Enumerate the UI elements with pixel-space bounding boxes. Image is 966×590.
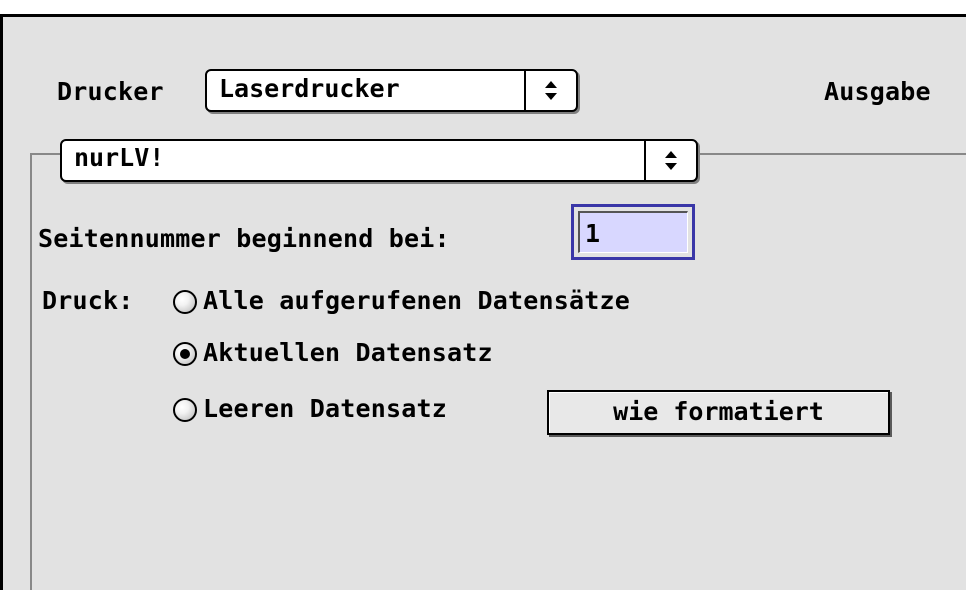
page-number-label: Seitennummer beginnend bei: — [38, 224, 450, 253]
page-number-field[interactable]: 1 — [571, 204, 695, 260]
print-label: Druck: — [42, 286, 134, 315]
radio-current-record[interactable] — [173, 342, 197, 366]
layout-popup-value: nurLV! — [74, 143, 165, 172]
page-number-value: 1 — [585, 219, 601, 248]
format-button[interactable]: wie formatiert — [547, 390, 890, 435]
printer-label: Drucker — [57, 77, 164, 106]
radio-empty-record[interactable] — [173, 398, 197, 422]
printer-popup-value: Laserdrucker — [219, 74, 400, 103]
radio-current-record-label: Aktuellen Datensatz — [203, 338, 493, 367]
up-down-arrows-icon — [649, 141, 693, 180]
radio-all-records[interactable] — [173, 290, 197, 314]
screen: Drucker Laserdrucker Ausgabe nurLV! Seit… — [0, 0, 966, 590]
radio-all-records-label: Alle aufgerufenen Datensätze — [203, 286, 631, 315]
radio-empty-record-label: Leeren Datensatz — [203, 394, 448, 423]
up-down-arrows-icon — [529, 71, 573, 110]
format-button-label: wie formatiert — [613, 397, 824, 426]
radio-selected-dot — [180, 349, 190, 359]
layout-popup[interactable]: nurLV! — [60, 139, 698, 182]
printer-popup[interactable]: Laserdrucker — [205, 69, 578, 112]
layout-group-box — [30, 153, 966, 590]
output-label: Ausgabe — [824, 77, 931, 106]
